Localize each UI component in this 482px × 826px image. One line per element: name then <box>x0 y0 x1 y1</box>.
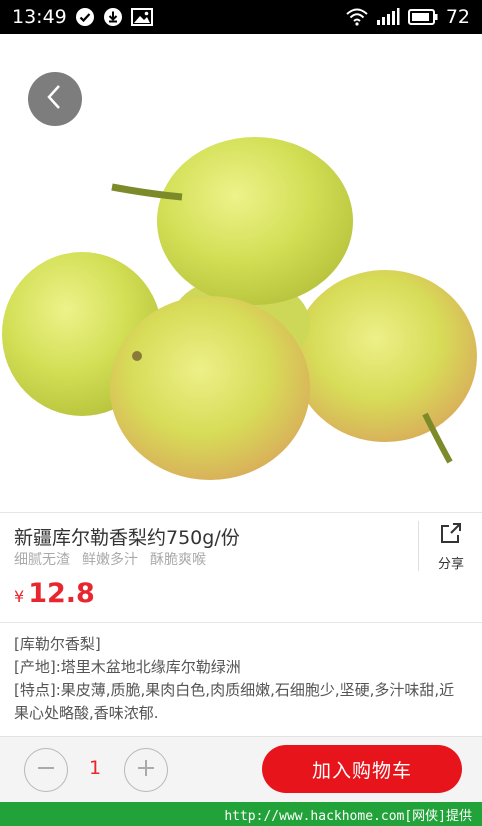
battery-level: 72 <box>445 6 470 28</box>
description-line: [特点]:果皮薄,质脆,果肉白色,肉质细嫩,石细胞少,坚硬,多汁味甜,近果心处略… <box>14 681 455 722</box>
description-line: [产地]:塔里木盆地北缘库尔勒绿洲 <box>14 658 241 676</box>
product-tag: 细腻无渣 <box>14 552 70 568</box>
price-value: 12.8 <box>28 578 95 609</box>
add-to-cart-button[interactable]: 加入购物车 <box>262 745 462 793</box>
watermark-text: http://www.hackhome.com[网侠]提供 <box>224 808 472 824</box>
share-button[interactable]: 分享 <box>424 521 478 577</box>
product-description: [库勒尔香梨] [产地]:塔里木盆地北缘库尔勒绿洲 [特点]:果皮薄,质脆,果肉… <box>0 622 482 736</box>
product-title: 新疆库尔勒香梨约750g/份 <box>14 527 240 549</box>
watermark-bar: http://www.hackhome.com[网侠]提供 <box>0 802 482 826</box>
back-button[interactable] <box>28 72 82 126</box>
image-icon <box>130 8 153 26</box>
price-symbol: ¥ <box>14 587 25 606</box>
signal-icon <box>376 8 400 26</box>
product-tag: 鲜嫩多汁 <box>82 552 138 568</box>
plus-icon <box>136 758 156 782</box>
check-circle-icon <box>75 7 95 27</box>
decrease-quantity-button[interactable] <box>24 748 68 792</box>
divider <box>418 521 419 571</box>
product-tags: 细腻无渣 鲜嫩多汁 酥脆爽喉 <box>14 549 206 569</box>
minus-icon <box>36 758 56 782</box>
price-row: ¥ 12.8 <box>0 578 482 622</box>
chevron-left-icon <box>44 83 66 115</box>
download-icon <box>103 7 123 27</box>
quantity-value[interactable]: 1 <box>78 757 112 779</box>
increase-quantity-button[interactable] <box>124 748 168 792</box>
share-icon <box>439 521 463 549</box>
wifi-icon <box>346 8 368 26</box>
product-tag: 酥脆爽喉 <box>150 552 206 568</box>
bottom-action-bar: 1 加入购物车 <box>0 736 482 802</box>
status-time: 13:49 <box>12 6 67 28</box>
share-label: 分享 <box>437 557 464 572</box>
status-bar: 13:49 72 <box>0 0 482 34</box>
battery-icon <box>407 9 438 25</box>
description-line: [库勒尔香梨] <box>14 635 101 653</box>
